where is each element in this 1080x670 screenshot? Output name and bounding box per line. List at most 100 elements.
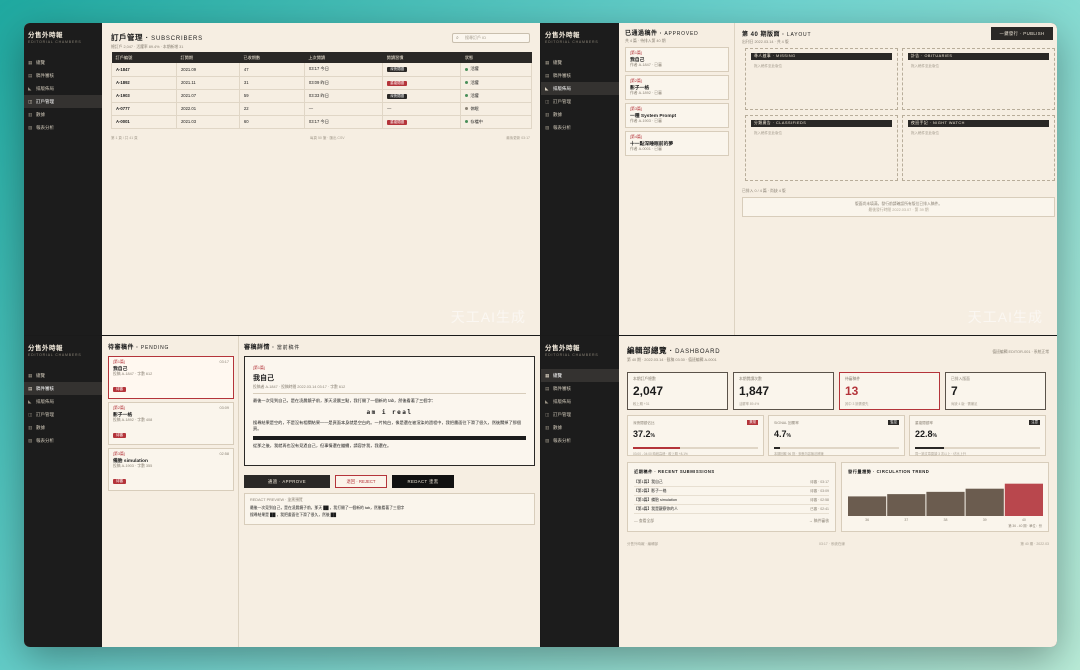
subscriber-id: A-1847	[111, 63, 177, 77]
table-body: A-1847 2021.09 47 03:17 今日 深夜閱讀 活躍 A-1892 2021.…	[111, 63, 532, 129]
nav-item-layout[interactable]: ◣ 排版佈局	[541, 82, 619, 95]
nav-item-subscribers[interactable]: ◫ 訂戶管理	[541, 95, 619, 108]
status-dot-icon	[465, 67, 469, 71]
search-input[interactable]: ⌕ 搜尋訂戶 ID	[452, 33, 530, 43]
stat-sub: 尚缺 4 版 · 需補足	[951, 402, 978, 406]
metric-flag: 注意	[1029, 420, 1040, 425]
nav-label: 數據	[36, 424, 45, 430]
footer-left: 分售外時報 · 編輯部	[627, 542, 659, 546]
item-title: 影子一格	[113, 413, 133, 418]
stat-value: 1,847	[739, 384, 770, 398]
list-item[interactable]: 【第4篇】我是觀察你的人 已審 · 02:41	[634, 505, 829, 514]
article-meta: 投稿者 A-1847 · 投稿時間 2022.03.14 03:17 · 字數 …	[253, 385, 526, 394]
publish-button[interactable]: 一鍵發行 · PUBLISH	[991, 27, 1053, 40]
list-item-selected[interactable]: [第1篇] 我自己 投稿 A-1847 · 字數 612 待審 03:17	[108, 356, 234, 399]
issues-received: 59	[238, 89, 305, 103]
item-title: 我自己	[630, 58, 645, 63]
last-updated: 最後更新 03:17	[506, 136, 530, 140]
nav-item-data[interactable]: ▥ 數據	[24, 108, 102, 121]
nav-item-data[interactable]: ▥ 數據	[24, 421, 102, 434]
layout-slot-missing[interactable]: 尋人啟事 · MISSING 拖入稿件至此版位	[745, 48, 898, 110]
column-header[interactable]: 訂戶編號	[111, 52, 177, 63]
nav-item-overview[interactable]: ▦ 總覽	[541, 56, 619, 69]
layout-status: 已排入 0 / 4 篇 · 尚缺 4 版	[742, 189, 786, 193]
table-row[interactable]: A-1847 2021.09 47 03:17 今日 深夜閱讀 活躍	[111, 63, 532, 77]
table-row[interactable]: A-1903 2021.07 59 03:33 昨日 深夜閱讀 活躍	[111, 89, 532, 103]
layout-slot-night-watch[interactable]: 夜班手記 · NIGHT WATCH 拖入稿件至此版位	[902, 115, 1055, 181]
layout-slot-classifieds[interactable]: 分類廣告 · CLASSIFIEDS 拖入稿件至此版位	[745, 115, 898, 181]
nav-item-review[interactable]: ▤ 稿件審核	[541, 382, 619, 395]
nav-item-subscribers[interactable]: ◫ 訂戶管理	[541, 408, 619, 421]
main-content: 待審稿件 · PENDING [第1篇] 我自己 投稿 A-1847 · 字數 …	[102, 336, 540, 647]
column-header[interactable]: 閱讀習慣	[382, 52, 461, 63]
list-item[interactable]: [第3篇] 備胎 simulation 投稿 A-1903 · 字數 355 待…	[108, 448, 234, 491]
page-meta: 總訂戶 2,047 · 活躍率 89.4% · 本期新增 31	[111, 45, 184, 49]
list-item[interactable]: [第3篇] 一種 System Prompt 作者 A-1903 · 已審	[625, 103, 729, 128]
nav-item-layout[interactable]: ◣ 排版佈局	[24, 82, 102, 95]
list-item[interactable]: [第2篇] 影子一格 作者 A-1892 · 已審	[625, 75, 729, 100]
row-title: 【第4篇】我是觀察你的人	[634, 506, 678, 511]
data-icon: ▥	[545, 424, 550, 430]
list-item[interactable]: 【第2篇】影子一格 待審 · 03:09	[634, 487, 829, 496]
redact-button[interactable]: REDACT 塗黑	[392, 475, 454, 488]
nav-item-reports[interactable]: ▨ 報表分析	[24, 121, 102, 134]
nav-item-overview[interactable]: ▦ 總覽	[541, 369, 619, 382]
list-item[interactable]: 【第3篇】備胎 simulation 待審 · 02:58	[634, 496, 829, 505]
list-item[interactable]: [第2篇] 影子一格 投稿 A-1892 · 字數 408 待審 03:09	[108, 402, 234, 445]
last-read: 03:17 今日	[303, 115, 383, 129]
column-header[interactable]: 已收期數	[239, 52, 305, 63]
view-all-link[interactable]: — 查看全部	[634, 519, 654, 524]
nav-label: 總覽	[36, 59, 45, 65]
nav-item-review[interactable]: ▤ 稿件審核	[24, 69, 102, 82]
nav-item-layout[interactable]: ◣ 排版佈局	[541, 395, 619, 408]
stat-card-pending[interactable]: 待審稿件 13 其中 3 篇需優先	[839, 372, 940, 410]
row-title: 【第3篇】備胎 simulation	[634, 497, 678, 502]
main-content: 訂戶管理 · SUBSCRIBERS 總訂戶 2,047 · 活躍率 89.4%…	[102, 23, 540, 335]
metric-flag: 異常	[747, 420, 758, 425]
nav-item-review[interactable]: ▤ 稿件審核	[24, 382, 102, 395]
row-status: 待審 · 03:09	[810, 488, 829, 493]
column-header[interactable]: 訂閱期	[176, 52, 240, 63]
stat-label: 已排入版面	[951, 377, 970, 381]
nav-item-subscribers[interactable]: ◫ 訂戶管理	[24, 408, 102, 421]
nav-item-review[interactable]: ▤ 稿件審核	[541, 69, 619, 82]
nav-label: 報表分析	[36, 124, 54, 130]
nav-item-reports[interactable]: ▨ 報表分析	[541, 434, 619, 447]
reading-habit: 深夜閱讀	[382, 89, 461, 103]
sidebar: 分售外時報 EDITORIAL CHAMBERS ▦ 總覽 ▤ 稿件審核 ◣ 排版佈局…	[24, 23, 102, 335]
table-row[interactable]: A-1892 2021.11 31 03:09 昨日 重複閱讀 活躍	[111, 76, 532, 90]
nav-item-reports[interactable]: ▨ 報表分析	[541, 121, 619, 134]
item-meta: 作者 A-0001 · 已審	[630, 147, 662, 151]
nav-item-reports[interactable]: ▨ 報表分析	[24, 434, 102, 447]
nav-item-data[interactable]: ▥ 數據	[541, 108, 619, 121]
reject-button[interactable]: 退回 · REJECT	[335, 475, 387, 488]
nav-item-overview[interactable]: ▦ 總覽	[24, 369, 102, 382]
list-item[interactable]: [第1篇] 我自己 作者 A-1847 · 已審	[625, 47, 729, 72]
approved-header: 已通過稿件 · APPROVED 共 4 篇 · 待排入第 40 期	[625, 28, 699, 44]
list-item[interactable]: [第4篇] 十一點深睡眠前的夢 作者 A-0001 · 已審	[625, 131, 729, 156]
sidebar: 分售外時報 EDITORIAL CHAMBERS ▦ 總覽 ▤ 稿件審核 ◣ 排版佈局…	[541, 336, 619, 647]
chart-icon: ▨	[28, 437, 33, 443]
status-dot-icon	[465, 106, 469, 110]
export-link[interactable]: 每頁 50 筆 · 匯出 CSV	[310, 136, 345, 141]
nav-item-overview[interactable]: ▦ 總覽	[24, 56, 102, 69]
goto-review-link[interactable]: → 稿件審核	[809, 519, 829, 524]
table-row[interactable]: A-0777 2022.01 22— — 休眠	[111, 102, 532, 116]
bar-issue-40	[1004, 483, 1043, 516]
nav-list: ▦ 總覽 ▤ 稿件審核 ◣ 排版佈局 ◫ 訂戶管理 ▥ 數據 ▨ 報表分析	[541, 369, 619, 447]
nav-item-subscribers[interactable]: ◫ 訂戶管理	[24, 95, 102, 108]
layout-slot-obituaries[interactable]: 訃告 · OBITUARIES 拖入稿件至此版位	[902, 48, 1055, 110]
main-content: 已通過稿件 · APPROVED 共 4 篇 · 待排入第 40 期 [第1篇]…	[619, 23, 1057, 335]
approve-button[interactable]: 通過 · APPROVE	[244, 475, 330, 488]
nav-item-data[interactable]: ▥ 數據	[541, 421, 619, 434]
column-header[interactable]: 上次閱讀	[304, 52, 383, 63]
column-header[interactable]: 狀態	[460, 52, 532, 63]
layout-title: 第 40 期版面 · LAYOUT	[742, 32, 812, 38]
bar-issue-37	[887, 494, 926, 516]
nav-item-layout[interactable]: ◣ 排版佈局	[24, 395, 102, 408]
nav-label: 數據	[553, 111, 562, 117]
x-tick-label: 40	[1022, 518, 1026, 522]
list-item[interactable]: 【第1篇】我自己 待審 · 03:17	[634, 478, 829, 487]
table-row[interactable]: A-0001 2021.03 60 03:17 今日 重複閱讀 存檔中	[111, 115, 532, 129]
stat-card-subscribers: 本期訂戶總數 2,047 較上期 +31	[627, 372, 728, 410]
